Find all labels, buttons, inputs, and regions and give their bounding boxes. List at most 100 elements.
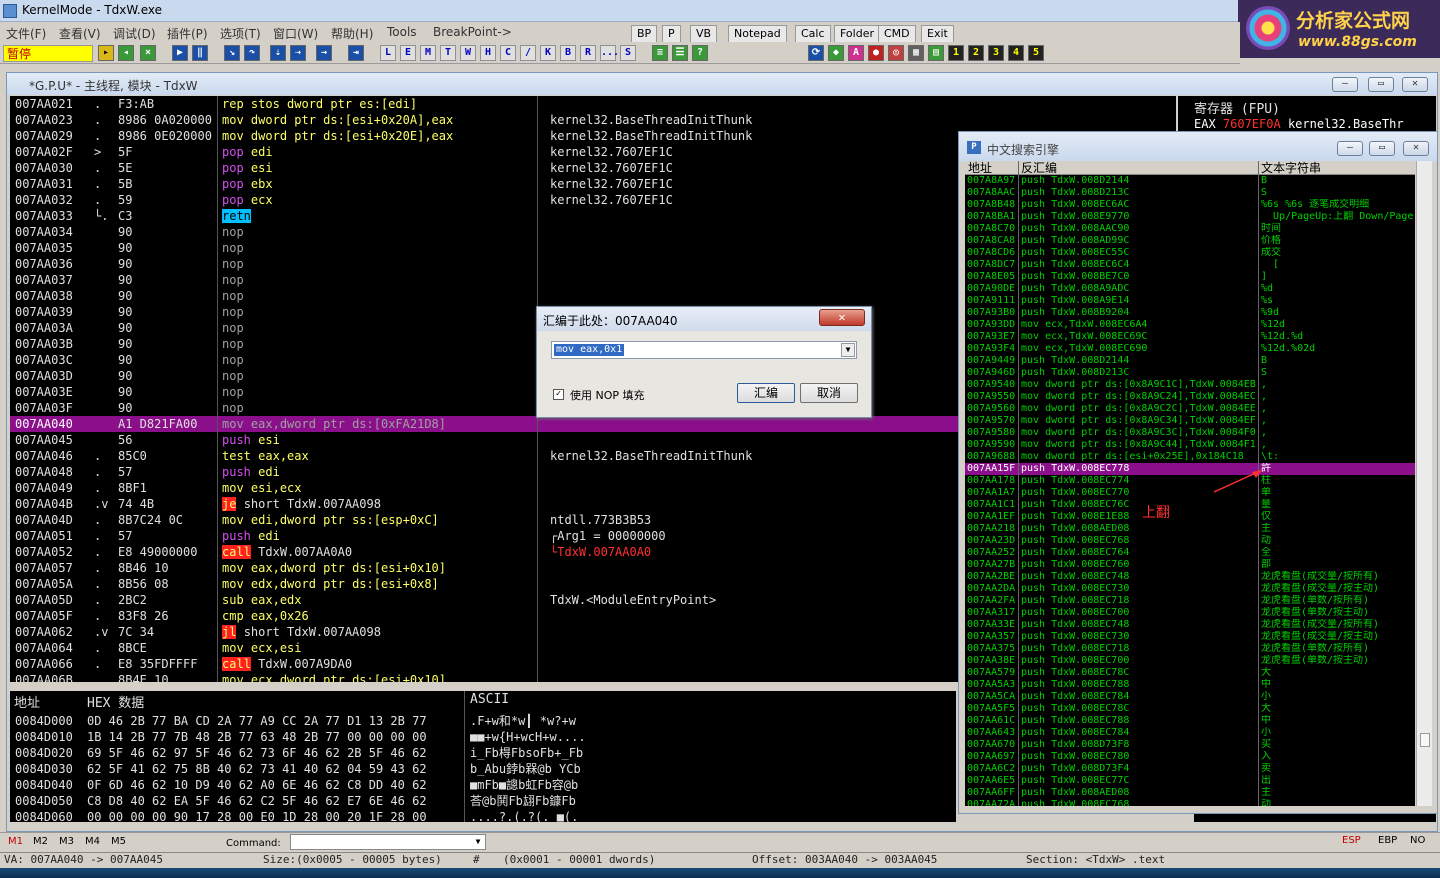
log-window-button[interactable]: L	[380, 45, 396, 61]
search-result-row[interactable]: 007AA1EF push TdxW.008E1E88 仅	[965, 511, 1415, 523]
search-result-row[interactable]: 007AA2BE push TdxW.008EC748 龙虎看盘(成交量/按所有)	[965, 571, 1415, 583]
search-result-row[interactable]: 007AA1C1 push TdxW.008EC76C 量	[965, 499, 1415, 511]
tab-m4[interactable]: M4	[85, 836, 100, 847]
registers-pane[interactable]: 寄存器 (FPU) EAX 7607EF0A kernel32.BaseThr	[1178, 96, 1436, 136]
search-close-icon[interactable]: ✕	[1403, 141, 1429, 156]
bookmark-4-button[interactable]: 4	[1008, 45, 1024, 61]
assemble-input[interactable]: mov eax,0x1 ▼	[551, 341, 857, 359]
search-result-row[interactable]: 007A9590 mov dword ptr ds:[0x8A9C44],TdxW…	[965, 439, 1415, 451]
refresh-icon[interactable]: ⟳	[808, 45, 824, 61]
cpu-maximize-icon[interactable]: ▭	[1368, 77, 1394, 92]
search-col-address[interactable]: 地址	[968, 161, 992, 175]
bp-button[interactable]: BP	[631, 25, 658, 43]
pause-icon[interactable]: ‖	[192, 45, 208, 61]
vb-button[interactable]: VB	[690, 25, 718, 43]
search-result-row[interactable]: 007AA33E push TdxW.008EC748 龙虎看盘(成交量/按所有)	[965, 619, 1415, 631]
step-over-icon[interactable]: ↷	[244, 45, 260, 61]
search-result-row[interactable]: 007AA6E5 push TdxW.008EC77C 出	[965, 775, 1415, 787]
search-result-row[interactable]: 007AA357 push TdxW.008EC730 龙虎看盘(成交量/按主动)	[965, 631, 1415, 643]
exit-button[interactable]: Exit	[921, 25, 954, 43]
search-result-row[interactable]: 007A8E05 push TdxW.008BE7C0]	[965, 271, 1415, 283]
chevron-down-icon[interactable]: ▼	[472, 836, 484, 848]
search-result-row[interactable]: 007AA697 push TdxW.008EC780 入	[965, 751, 1415, 763]
search-result-row[interactable]: 007A9688 mov dword ptr ds:[esi+0x25E],0x1…	[965, 451, 1415, 463]
bookmark-3-button[interactable]: 3	[988, 45, 1004, 61]
search-result-row[interactable]: 007A9449 push TdxW.008D2144 B	[965, 355, 1415, 367]
tab-m1[interactable]: M1	[8, 836, 23, 847]
esp-button[interactable]: ESP	[1342, 835, 1361, 846]
list-icon[interactable]: ☰	[672, 45, 688, 61]
calc-button[interactable]: Calc	[795, 25, 831, 43]
eax-register[interactable]: EAX 7607EF0A kernel32.BaseThr	[1194, 117, 1404, 131]
cpu-close-icon[interactable]: ✕	[1402, 77, 1428, 92]
ebp-button[interactable]: EBP	[1378, 835, 1397, 846]
search-result-row[interactable]: 007AA375 push TdxW.008EC718 龙虎看盘(单数/按所有)	[965, 643, 1415, 655]
windows-button[interactable]: W	[460, 45, 476, 61]
stack-pane[interactable]	[600, 691, 956, 822]
search-result-row[interactable]: 007A9570 mov dword ptr ds:[0x8A9C34],TdxW…	[965, 415, 1415, 427]
grid-icon[interactable]: ▦	[908, 45, 924, 61]
run-icon[interactable]: ▶	[172, 45, 188, 61]
menu-file[interactable]: 文件(F)	[6, 25, 46, 42]
run-trace-button[interactable]: ...	[600, 45, 619, 61]
help-icon[interactable]: ?	[692, 45, 708, 61]
menu-options[interactable]: 选项(T)	[220, 25, 261, 42]
cmd-button[interactable]: CMD	[878, 25, 916, 43]
search-result-row[interactable]: 007A90DE push TdxW.008A9ADC %d	[965, 283, 1415, 295]
search-result-row[interactable]: 007AA5A3 push TdxW.008EC788 中	[965, 679, 1415, 691]
search-result-row[interactable]: 007AA15F push TdxW.008EC778 許	[965, 463, 1415, 475]
menu-plugins[interactable]: 插件(P)	[167, 25, 208, 42]
search-result-row[interactable]: 007A93B0 push TdxW.008B9204 %9d	[965, 307, 1415, 319]
p-button[interactable]: P	[662, 25, 681, 43]
scroll-thumb[interactable]	[1420, 733, 1430, 747]
search-result-row[interactable]: 007A8AAC push TdxW.008D213C S	[965, 187, 1415, 199]
search-result-row[interactable]: 007AA27B push TdxW.008EC760 部	[965, 559, 1415, 571]
dump-pane[interactable]: 0084D000 0D 46 2B 77 BA CD 2A 77 A9 CC 2A…	[10, 710, 600, 822]
plugin-icon[interactable]: ◆	[828, 45, 844, 61]
trace-over-icon[interactable]: ⇢	[290, 45, 306, 61]
bookmark-1-button[interactable]: 1	[948, 45, 964, 61]
search-result-row[interactable]: 007A9540 mov dword ptr ds:[0x8A9C1C],TdxW…	[965, 379, 1415, 391]
open-icon[interactable]: ▸	[98, 45, 114, 61]
search-result-row[interactable]: 007AA1A7 push TdxW.008EC770 单	[965, 487, 1415, 499]
search-minimize-icon[interactable]: —	[1337, 141, 1363, 156]
notepad-button[interactable]: Notepad	[728, 25, 787, 43]
search-result-row[interactable]: 007AA317 push TdxW.008EC700 龙虎看盘(单数/按主动)	[965, 607, 1415, 619]
search-result-row[interactable]: 007A93DD mov ecx,TdxW.008EC6A4 %12d	[965, 319, 1415, 331]
search-result-row[interactable]: 007AA6C2 push TdxW.008D73F4 卖	[965, 763, 1415, 775]
executable-modules-button[interactable]: E	[400, 45, 416, 61]
search-result-row[interactable]: 007A8DC7 push TdxW.008EC6C4 [	[965, 259, 1415, 271]
cpu-button[interactable]: C	[500, 45, 516, 61]
search-result-row[interactable]: 007AA5F5 push TdxW.008EC78C 大	[965, 703, 1415, 715]
breakpoints-button[interactable]: B	[560, 45, 576, 61]
search-col-disasm[interactable]: 反汇编	[1021, 161, 1057, 175]
menu-tools[interactable]: Tools	[387, 25, 417, 39]
search-result-row[interactable]: 007AA2DA push TdxW.008EC730 龙虎看盘(成交量/按主动)	[965, 583, 1415, 595]
search-result-row[interactable]: 007A8CA8 push TdxW.008AD99C 价格	[965, 235, 1415, 247]
search-result-row[interactable]: 007AA2FA push TdxW.008EC718 龙虎看盘(单数/按所有)	[965, 595, 1415, 607]
search-result-row[interactable]: 007A8BA1 push TdxW.008E9770 Up/PageUp:上翻 …	[965, 211, 1415, 223]
chevron-down-icon[interactable]: ▼	[841, 343, 855, 357]
search-result-row[interactable]: 007A8B48 push TdxW.008EC6AC %6s %6s 逐笔成交明细	[965, 199, 1415, 211]
search-result-row[interactable]: 007A9560 mov dword ptr ds:[0x8A9C2C],TdxW…	[965, 403, 1415, 415]
threads-button[interactable]: T	[440, 45, 456, 61]
call-stack-button[interactable]: K	[540, 45, 556, 61]
search-result-row[interactable]: 007AA6FF push TdxW.008AED08 主	[965, 787, 1415, 799]
search-result-row[interactable]: 007A8CD6 push TdxW.008EC55C 成交	[965, 247, 1415, 259]
goto-icon[interactable]: ⇥	[348, 45, 364, 61]
search-result-row[interactable]: 007AA252 push TdxW.008EC764 全	[965, 547, 1415, 559]
cancel-button[interactable]: 取消	[800, 383, 858, 403]
bookmark-5-button[interactable]: 5	[1028, 45, 1044, 61]
search-result-row[interactable]: 007AA670 push TdxW.008D73F8 买	[965, 739, 1415, 751]
target-icon[interactable]: ◎	[888, 45, 904, 61]
search-result-row[interactable]: 007AA23D push TdxW.008EC768 动	[965, 535, 1415, 547]
search-result-row[interactable]: 007A946D push TdxW.008D213C S	[965, 367, 1415, 379]
search-result-row[interactable]: 007AA579 push TdxW.008EC78C 大	[965, 667, 1415, 679]
dialog-close-icon[interactable]: ✕	[819, 309, 865, 326]
references-button[interactable]: R	[580, 45, 596, 61]
tab-m5[interactable]: M5	[111, 836, 126, 847]
step-into-icon[interactable]: ↘	[224, 45, 240, 61]
search-scrollbar[interactable]	[1416, 161, 1432, 806]
search-result-row[interactable]: 007AA72A push TdxW.008EC768 动	[965, 799, 1415, 806]
search-result-row[interactable]: 007A8A97 push TdxW.008D2144 B	[965, 175, 1415, 187]
